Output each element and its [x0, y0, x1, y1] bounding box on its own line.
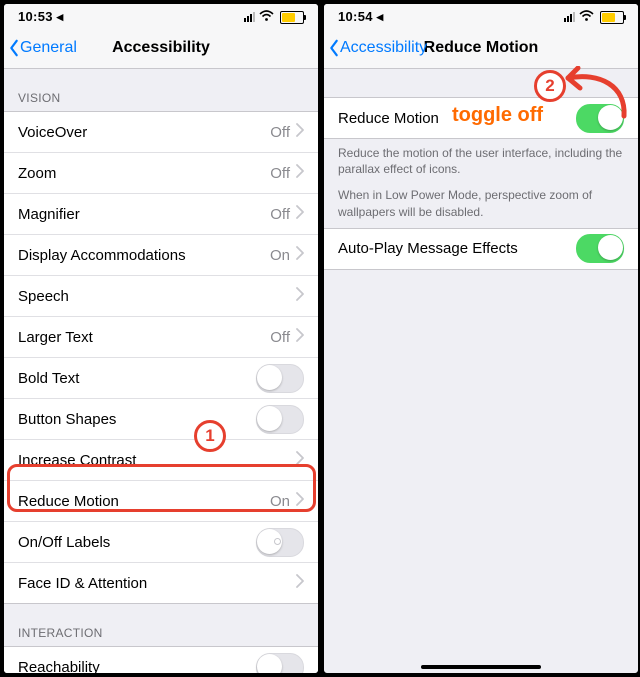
- toggle-switch[interactable]: [256, 653, 304, 675]
- chevron-right-icon: [296, 164, 304, 182]
- toggle-switch[interactable]: [256, 528, 304, 557]
- chevron-right-icon: [296, 574, 304, 592]
- row-label: Larger Text: [18, 329, 270, 346]
- row-label: Reduce Motion: [18, 493, 270, 510]
- section-vision: VoiceOverOffZoomOffMagnifierOffDisplay A…: [4, 111, 318, 604]
- chevron-right-icon: [296, 123, 304, 141]
- status-bar: 10:53 ◂: [4, 4, 318, 28]
- settings-row[interactable]: VoiceOverOff: [4, 112, 318, 152]
- home-indicator: [421, 665, 541, 669]
- settings-row[interactable]: ZoomOff: [4, 152, 318, 193]
- annotation-text: toggle off: [452, 104, 543, 127]
- row-label: Bold Text: [18, 370, 256, 387]
- chevron-right-icon: [296, 287, 304, 305]
- footer-desc-2: When in Low Power Mode, perspective zoom…: [324, 185, 638, 227]
- settings-row[interactable]: Reduce MotionOn: [4, 480, 318, 521]
- chevron-right-icon: [296, 328, 304, 346]
- toggle-reduce-motion[interactable]: [576, 104, 624, 133]
- row-label: Increase Contrast: [18, 452, 296, 469]
- row-label: On/Off Labels: [18, 534, 256, 551]
- row-label: Magnifier: [18, 206, 270, 223]
- row-label: Zoom: [18, 165, 270, 182]
- back-button[interactable]: General: [8, 28, 77, 68]
- nav-bar: General Accessibility: [4, 28, 318, 69]
- row-value: Off: [270, 206, 290, 223]
- settings-content: VISION VoiceOverOffZoomOffMagnifierOffDi…: [4, 69, 318, 674]
- row-label: Face ID & Attention: [18, 575, 296, 592]
- cellular-icon: [244, 12, 255, 22]
- row-value: On: [270, 493, 290, 510]
- phone-screenshot-1: 10:53 ◂ General Accessibility VISION Voi…: [3, 3, 319, 674]
- row-auto-play[interactable]: Auto-Play Message Effects: [324, 229, 638, 269]
- settings-row[interactable]: Speech: [4, 275, 318, 316]
- section-header-vision: VISION: [4, 69, 318, 111]
- toggle-switch[interactable]: [256, 405, 304, 434]
- screenshot-stage: { "left": { "time": "10:53", "nav_back":…: [0, 0, 640, 677]
- footer-desc-1: Reduce the motion of the user interface,…: [324, 139, 638, 185]
- section-header-interaction: INTERACTION: [4, 604, 318, 646]
- settings-row[interactable]: Increase Contrast: [4, 439, 318, 480]
- nav-bar: Accessibility Reduce Motion: [324, 28, 638, 69]
- battery-icon: [280, 11, 304, 24]
- chevron-right-icon: [296, 492, 304, 510]
- status-time: 10:54 ◂: [338, 9, 384, 25]
- chevron-right-icon: [296, 451, 304, 469]
- wifi-icon: [579, 10, 594, 24]
- status-right: [564, 10, 624, 24]
- status-time: 10:53 ◂: [18, 9, 64, 25]
- settings-content: Reduce Motion Reduce the motion of the u…: [324, 69, 638, 270]
- row-value: Off: [270, 165, 290, 182]
- phone-screenshot-2: 10:54 ◂ Accessibility Reduce Motion Redu…: [323, 3, 639, 674]
- cellular-icon: [564, 12, 575, 22]
- wifi-icon: [259, 10, 274, 24]
- chevron-right-icon: [296, 246, 304, 264]
- settings-row[interactable]: Display AccommodationsOn: [4, 234, 318, 275]
- row-label: Reachability: [18, 659, 256, 675]
- toggle-auto-play[interactable]: [576, 234, 624, 263]
- row-value: Off: [270, 329, 290, 346]
- annotation-badge-2: 2: [534, 70, 566, 102]
- status-bar: 10:54 ◂: [324, 4, 638, 28]
- settings-row[interactable]: Button Shapes: [4, 398, 318, 439]
- chevron-right-icon: [296, 205, 304, 223]
- row-label: VoiceOver: [18, 124, 270, 141]
- annotation-badge-1: 1: [194, 420, 226, 452]
- settings-row[interactable]: Bold Text: [4, 357, 318, 398]
- nav-title: Accessibility: [112, 39, 210, 57]
- section-autoplay: Auto-Play Message Effects: [324, 228, 638, 270]
- settings-row[interactable]: Larger TextOff: [4, 316, 318, 357]
- row-value: On: [270, 247, 290, 264]
- status-right: [244, 10, 304, 24]
- row-label: Auto-Play Message Effects: [338, 240, 576, 257]
- section-interaction: Reachability: [4, 646, 318, 674]
- row-label: Display Accommodations: [18, 247, 270, 264]
- toggle-switch[interactable]: [256, 364, 304, 393]
- nav-title: Reduce Motion: [424, 39, 539, 57]
- settings-row[interactable]: MagnifierOff: [4, 193, 318, 234]
- battery-icon: [600, 11, 624, 24]
- row-value: Off: [270, 124, 290, 141]
- settings-row[interactable]: Face ID & Attention: [4, 562, 318, 603]
- settings-row[interactable]: Reachability: [4, 647, 318, 674]
- back-button[interactable]: Accessibility: [328, 28, 427, 68]
- row-label: Speech: [18, 288, 296, 305]
- settings-row[interactable]: On/Off Labels: [4, 521, 318, 562]
